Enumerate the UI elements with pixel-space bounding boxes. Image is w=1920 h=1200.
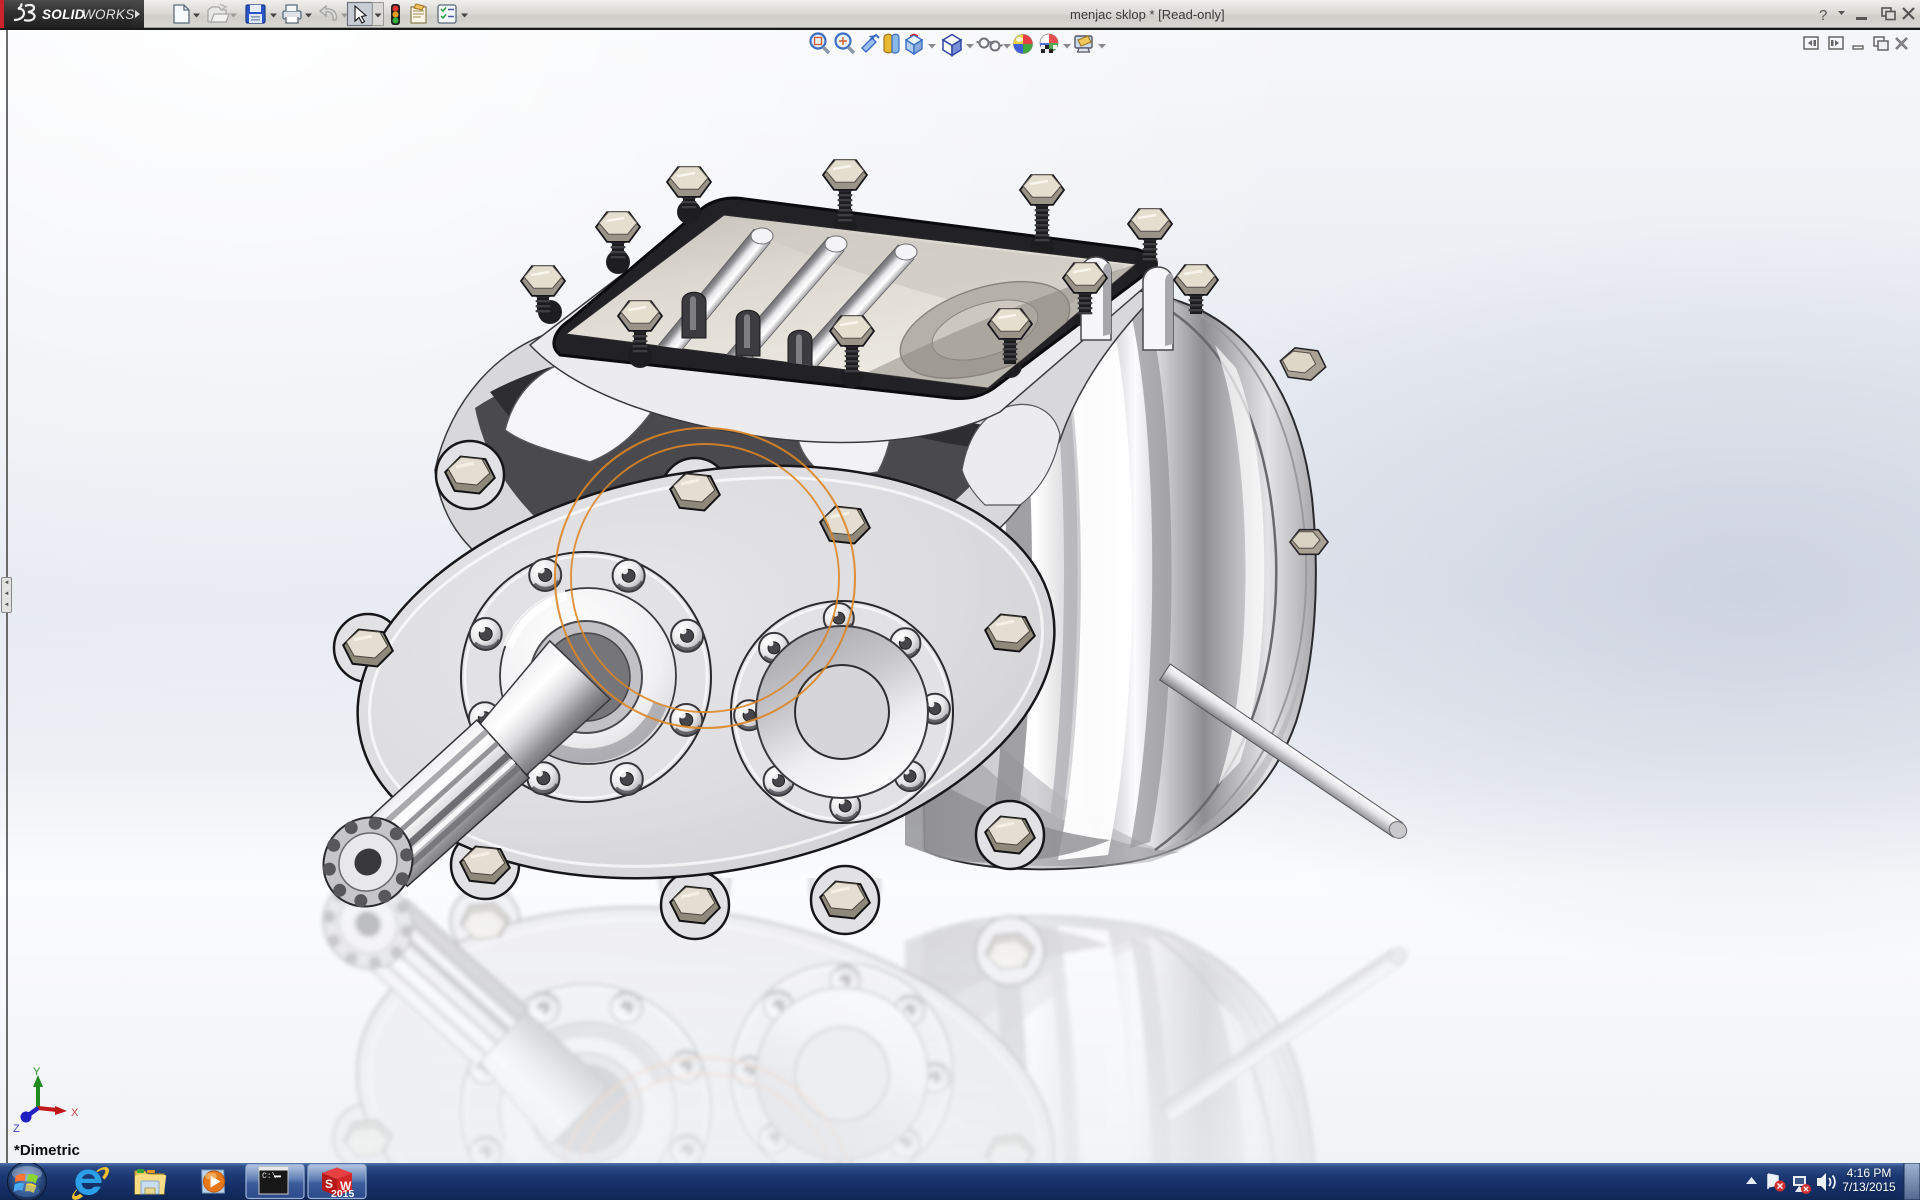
svg-text:Z: Z — [13, 1123, 20, 1135]
svg-text:2015: 2015 — [331, 1188, 355, 1200]
svg-text:Y: Y — [33, 1066, 41, 1078]
svg-text:X: X — [71, 1107, 79, 1119]
